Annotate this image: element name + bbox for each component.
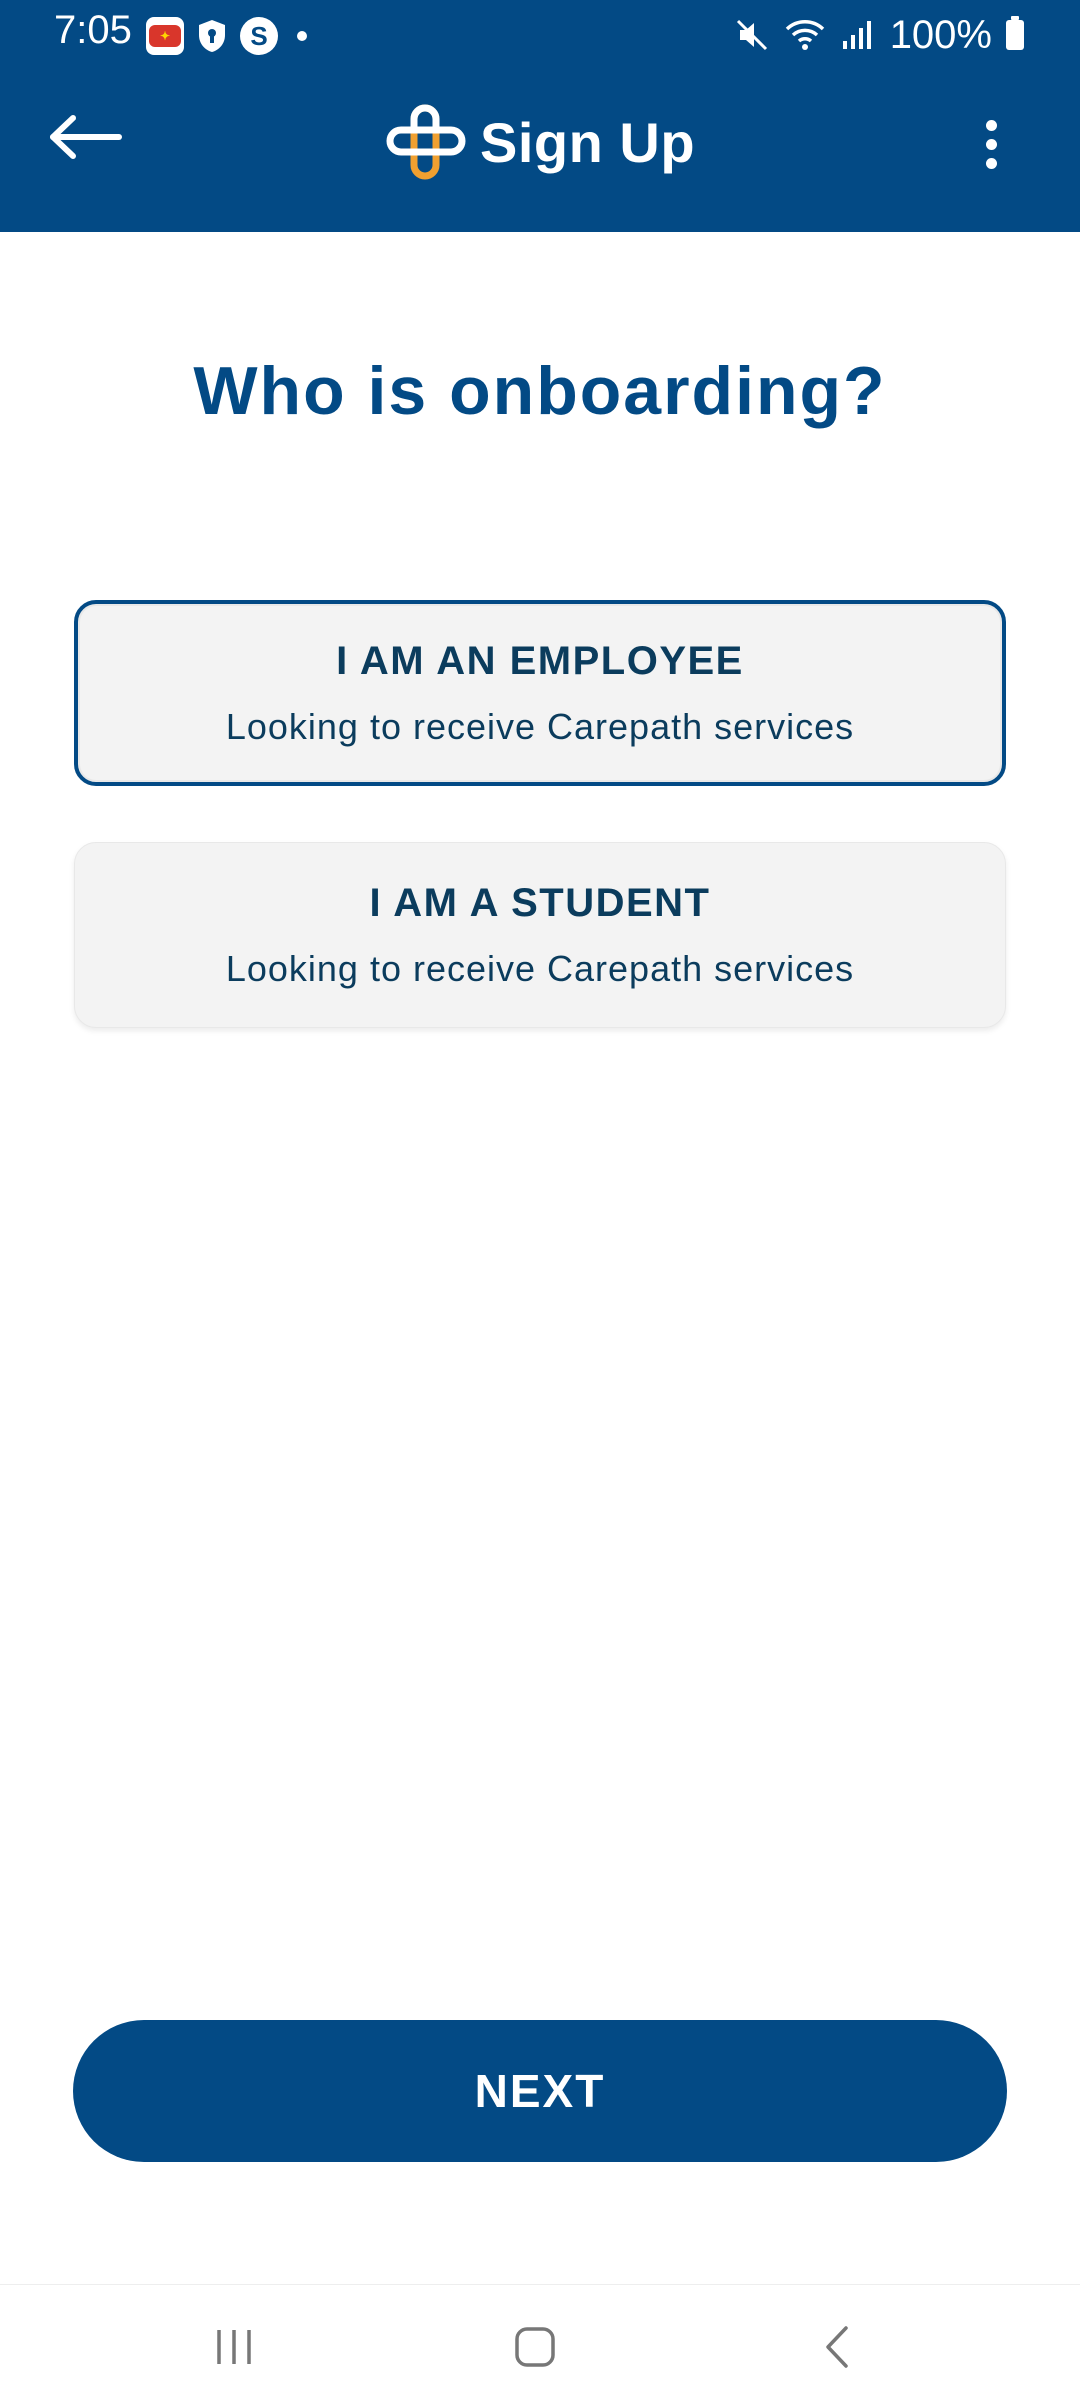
recents-button[interactable] — [189, 2307, 279, 2387]
carepath-logo — [386, 104, 466, 180]
onboarding-heading: Who is onboarding? — [193, 353, 887, 429]
shield-lock-icon — [193, 17, 231, 55]
status-time: 7:05 — [54, 8, 132, 52]
notification-icons: ✦ S — [146, 16, 307, 56]
app-header: 7:05 ✦ S 100% Sign Up — [0, 0, 1080, 232]
arrow-left-icon — [50, 115, 122, 159]
student-option-card[interactable]: I AM A STUDENT Looking to receive Carepa… — [74, 842, 1006, 1028]
employee-option-card[interactable]: I AM AN EMPLOYEE Looking to receive Care… — [74, 600, 1006, 786]
more-options-button[interactable] — [964, 112, 1018, 176]
battery-icon — [1006, 16, 1024, 50]
option-title: I AM A STUDENT — [369, 880, 711, 925]
wifi-icon — [785, 20, 824, 50]
recents-icon — [217, 2330, 251, 2364]
option-subtitle: Looking to receive Carepath services — [225, 947, 855, 989]
page-title: Sign Up — [480, 110, 696, 174]
system-nav-bar — [0, 2284, 1080, 2408]
app-bar: Sign Up — [0, 80, 1080, 210]
back-icon — [826, 2326, 848, 2368]
next-button[interactable]: NEXT — [73, 2020, 1007, 2162]
home-button[interactable] — [490, 2307, 580, 2387]
back-button[interactable] — [40, 102, 130, 172]
more-vert-icon — [985, 119, 997, 131]
option-subtitle: Looking to receive Carepath services — [225, 705, 855, 747]
home-icon — [515, 2327, 555, 2367]
app-notification-icon: ✦ — [146, 17, 184, 55]
mute-icon — [736, 19, 767, 51]
option-title: I AM AN EMPLOYEE — [336, 638, 744, 683]
status-right: 100% — [734, 10, 1024, 60]
battery-text: 100% — [889, 12, 992, 57]
nav-back-button[interactable] — [794, 2307, 884, 2387]
signal-icon — [842, 21, 871, 49]
s-app-icon: S — [240, 17, 278, 55]
dot-icon — [297, 31, 307, 41]
app-title: Sign Up — [384, 102, 695, 182]
status-bar: 7:05 ✦ S 100% — [0, 0, 1080, 70]
